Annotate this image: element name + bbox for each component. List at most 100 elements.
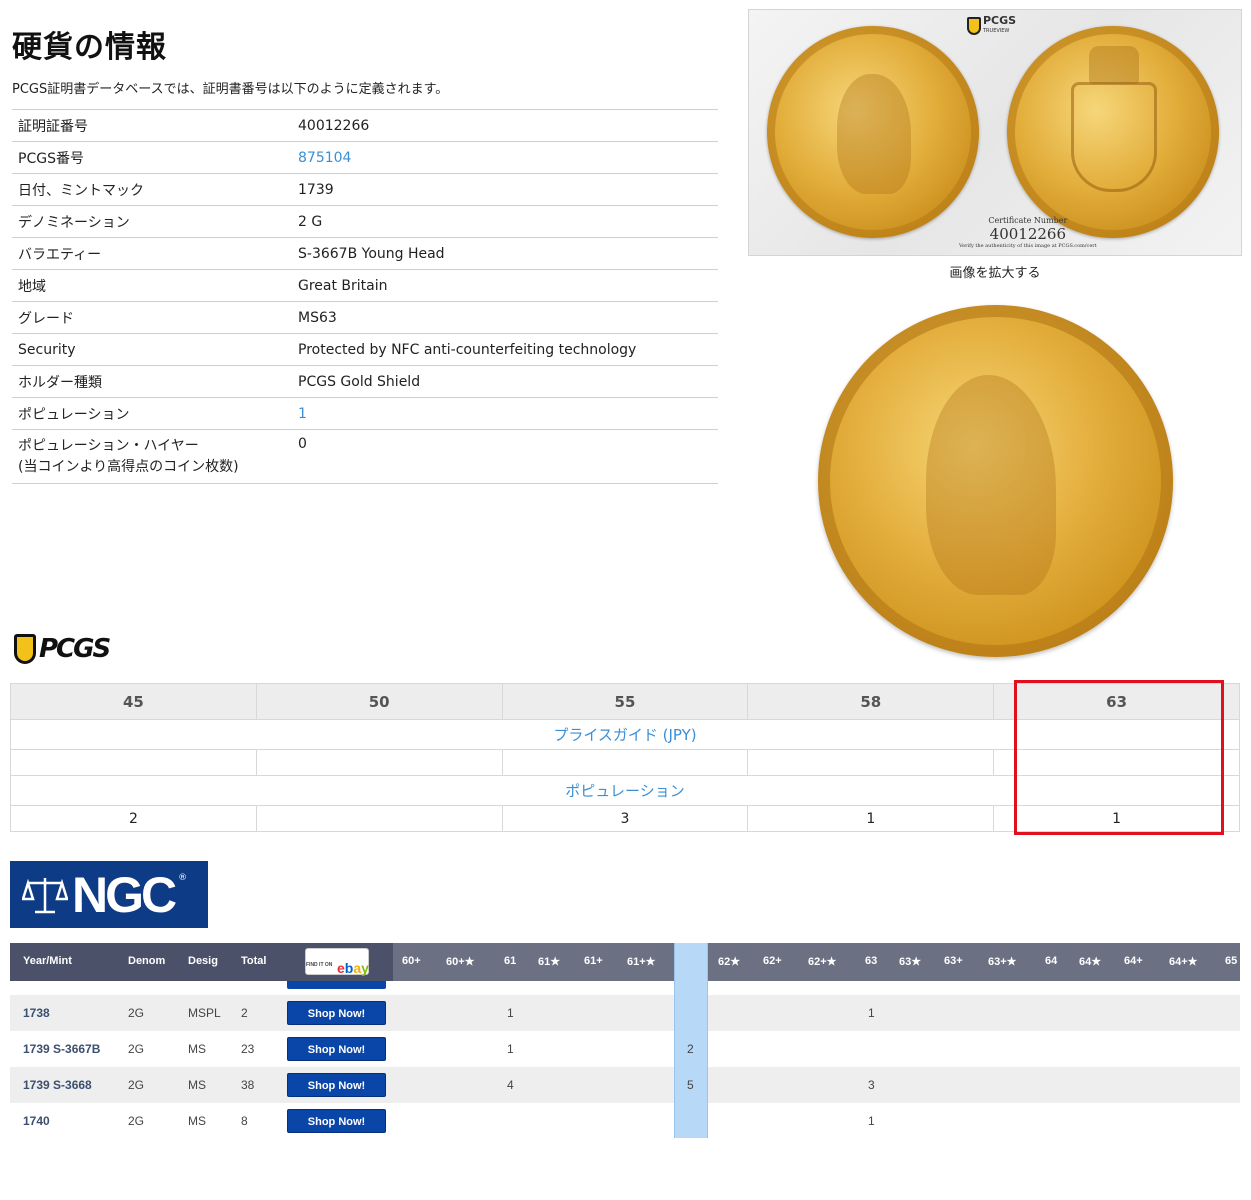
info-row-security: Security Protected by NFC anti-counterfe…	[12, 334, 718, 366]
header-grade: 64	[1045, 955, 1058, 967]
info-key: 日付、ミントマック	[18, 182, 144, 199]
grade-63-cell: 1	[868, 1114, 875, 1128]
grade-61-cell: 1	[507, 1042, 514, 1056]
registered-mark-icon: ®	[178, 873, 188, 883]
header-grade: 64★	[1079, 956, 1102, 968]
population-cell: 3	[501, 805, 749, 832]
pcgs-logo-text: PCGS	[39, 634, 111, 664]
info-key: Security	[18, 341, 76, 358]
coin-obverse-thumb	[767, 26, 979, 238]
ngc-rows: 1738 2G MSPL 2 Shop Now! 1739 S-3667B 2G…	[10, 981, 393, 1138]
header-grade: 62+★	[808, 956, 837, 968]
grade-header-cell: 55	[501, 683, 749, 720]
header-grade: 61+★	[627, 956, 656, 968]
scales-icon	[22, 877, 68, 913]
table-row: 1740 2G MS 8 Shop Now!	[10, 1103, 393, 1138]
shop-now-button[interactable]: Shop Now!	[287, 1109, 386, 1133]
enlarge-image-link[interactable]: 画像を拡大する	[748, 262, 1242, 281]
year-mint-link[interactable]: 1738	[23, 1006, 50, 1020]
info-key: 証明証番号	[18, 118, 88, 135]
total-cell: 2	[241, 1006, 248, 1020]
cert-number: 40012266	[989, 225, 1067, 243]
coin-obverse-large	[818, 305, 1173, 657]
shop-now-button[interactable]: Shop Now!	[287, 1073, 386, 1097]
price-cell	[501, 749, 749, 776]
table-row: 1738 2G MSPL 2 Shop Now!	[10, 995, 393, 1031]
total-cell: 23	[241, 1042, 255, 1056]
grade-62-cell: 2	[687, 1042, 694, 1056]
grade-61-cell: 1	[507, 1006, 514, 1020]
coin-info-table: 証明証番号 40012266 PCGS番号 875104 日付、ミントマック 1…	[12, 109, 718, 484]
ngc-logo: NGC ®	[10, 861, 208, 928]
grade-62-column-highlight	[674, 943, 708, 1138]
pcgs-shield-icon	[14, 634, 36, 664]
info-row-denomination: デノミネーション 2 G	[12, 206, 718, 238]
price-cell	[10, 749, 257, 776]
info-row-cert-number: 証明証番号 40012266	[12, 110, 718, 142]
ngc-logo-text: NGC	[72, 866, 177, 923]
population-link[interactable]: 1	[292, 406, 307, 422]
total-cell: 8	[241, 1114, 248, 1128]
total-cell: 38	[241, 1078, 255, 1092]
bust-shape	[837, 74, 911, 194]
shop-now-button-partial[interactable]	[287, 981, 386, 989]
slab-cert-box: Certificate Number 40012266 Verify the a…	[959, 216, 1097, 249]
population-cell	[255, 805, 503, 832]
grade-62-cell: 5	[687, 1078, 694, 1092]
header-grade: 62★	[718, 956, 741, 968]
pcgs-number-link[interactable]: 875104	[292, 150, 351, 166]
header-grade: 61★	[538, 956, 561, 968]
info-value: Great Britain	[298, 277, 388, 294]
pcgs-shield-icon	[967, 17, 981, 35]
info-row-variety: バラエティー S-3667B Young Head	[12, 238, 718, 270]
pcgs-trueview-badge: PCGS TRUEVIEW	[967, 15, 1016, 36]
cert-label: Certificate Number	[988, 216, 1068, 225]
ngc-census-table: Year/Mint Denom Desig Total FIND IT ON e…	[10, 943, 1240, 1138]
coin-info-section: 硬貨の情報 PCGS証明書データベースでは、証明書番号は以下のように定義されます…	[12, 28, 718, 484]
info-key: ポピュレーション	[18, 406, 130, 423]
info-value: MS63	[298, 309, 337, 326]
ngc-grade-columns	[393, 981, 1240, 1138]
info-row-holder: ホルダー種類 PCGS Gold Shield	[12, 366, 718, 398]
shop-now-button[interactable]: Shop Now!	[287, 1001, 386, 1025]
shop-now-button[interactable]: Shop Now!	[287, 1037, 386, 1061]
info-key: ホルダー種類	[18, 374, 102, 391]
info-key: PCGS番号	[18, 150, 84, 167]
crown-shape	[1089, 46, 1139, 84]
info-row-pcgs-number: PCGS番号 875104	[12, 142, 718, 174]
population-cell: 2	[10, 805, 257, 832]
price-cell	[747, 749, 995, 776]
info-value: PCGS Gold Shield	[298, 373, 421, 390]
info-value: 2 G	[298, 213, 323, 230]
grade-63-highlight-box	[1014, 680, 1224, 835]
denom-cell: 2G	[128, 1006, 145, 1020]
bust-shape	[926, 375, 1056, 595]
desig-cell: MS	[188, 1078, 206, 1092]
table-row: 1739 S-3668 2G MS 38 Shop Now!	[10, 1067, 393, 1103]
page-title: 硬貨の情報	[12, 30, 167, 65]
info-value: 1739	[298, 181, 334, 198]
grade-63-cell: 3	[868, 1078, 875, 1092]
info-key-line1: ポピュレーション・ハイヤー	[18, 438, 199, 454]
header-grade: 63+	[944, 955, 963, 967]
info-row-population-higher: ポピュレーション・ハイヤー (当コインより高得点のコイン枚数) 0	[12, 430, 718, 484]
badge-subtext: TRUEVIEW	[983, 28, 1010, 34]
info-key-line2: (当コインより高得点のコイン枚数)	[18, 459, 239, 475]
header-grade: 61+	[584, 955, 603, 967]
denom-cell: 2G	[128, 1114, 145, 1128]
info-value: 40012266	[298, 117, 370, 134]
info-key: ポピュレーション・ハイヤー (当コインより高得点のコイン枚数)	[12, 436, 292, 478]
header-grade: 61	[504, 955, 517, 967]
year-mint-link[interactable]: 1739 S-3667B	[23, 1042, 100, 1056]
cert-verify-text: Verify the authenticity of this image at…	[959, 243, 1097, 249]
year-mint-link[interactable]: 1740	[23, 1114, 50, 1128]
header-grade: 65	[1225, 955, 1238, 967]
population-cell: 1	[747, 805, 995, 832]
info-value: 0	[298, 436, 307, 452]
info-row-population: ポピュレーション 1	[12, 398, 718, 430]
slab-image[interactable]: PCGS TRUEVIEW Certificate Number 40012266…	[748, 9, 1242, 256]
price-cell	[255, 749, 503, 776]
year-mint-link[interactable]: 1739 S-3668	[23, 1078, 92, 1092]
denom-cell: 2G	[128, 1078, 145, 1092]
pcgs-logo: PCGS	[14, 634, 111, 664]
